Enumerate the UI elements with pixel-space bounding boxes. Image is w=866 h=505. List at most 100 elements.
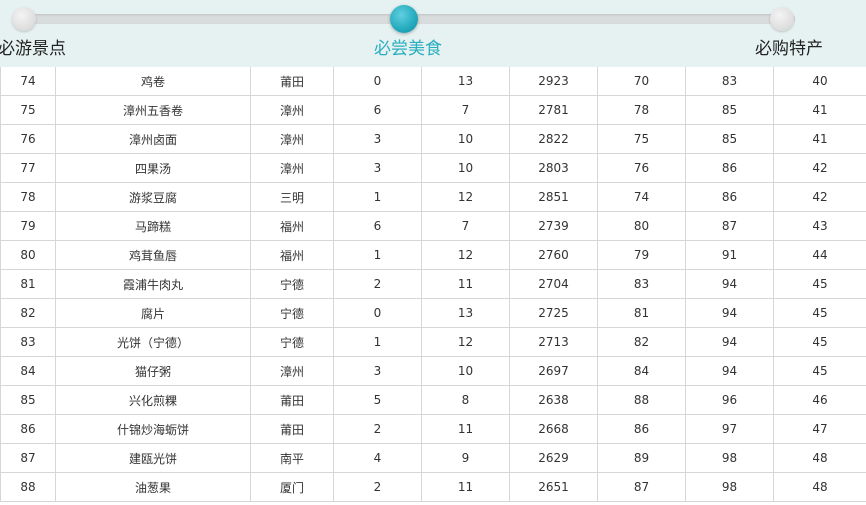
table-body: 74 鸡卷 莆田 0 13 2923 70 83 40 75 漳州五香卷 漳州 6 7 2781 78 85 41… <box>0 67 866 502</box>
col4-cell: 1 <box>333 182 422 212</box>
col8-cell: 98 <box>685 472 774 502</box>
col5-cell: 7 <box>421 95 510 125</box>
slider-knob-food[interactable] <box>390 5 418 33</box>
col5-cell: 11 <box>421 414 510 444</box>
food-table-container[interactable]: 74 鸡卷 莆田 0 13 2923 70 83 40 75 漳州五香卷 漳州 6 7 2781 78 85 41… <box>0 67 866 505</box>
col9-cell: 42 <box>773 153 866 183</box>
col4-cell: 3 <box>333 356 422 386</box>
city-cell: 莆田 <box>250 385 334 415</box>
col6-cell: 2923 <box>509 67 598 96</box>
rank-cell: 80 <box>0 240 56 270</box>
col6-cell: 2704 <box>509 269 598 299</box>
col8-cell: 94 <box>685 327 774 357</box>
col7-cell: 81 <box>597 298 686 328</box>
dish-name-cell: 四果汤 <box>55 153 251 183</box>
col8-cell: 87 <box>685 211 774 241</box>
rank-cell: 74 <box>0 67 56 96</box>
col6-cell: 2629 <box>509 443 598 473</box>
col9-cell: 48 <box>773 443 866 473</box>
col4-cell: 3 <box>333 153 422 183</box>
col8-cell: 94 <box>685 298 774 328</box>
table-row: 82 腐片 宁德 0 13 2725 81 94 45 <box>0 298 866 328</box>
rank-cell: 79 <box>0 211 56 241</box>
dish-name-cell: 兴化煎粿 <box>55 385 251 415</box>
table-row: 75 漳州五香卷 漳州 6 7 2781 78 85 41 <box>0 95 866 125</box>
col6-cell: 2822 <box>509 124 598 154</box>
tab-must-try-food[interactable]: 必尝美食 <box>374 39 442 59</box>
rank-cell: 77 <box>0 153 56 183</box>
col4-cell: 2 <box>333 269 422 299</box>
dish-name-cell: 光饼（宁德） <box>55 327 251 357</box>
table-row: 86 什锦炒海蛎饼 莆田 2 11 2668 86 97 47 <box>0 414 866 444</box>
rank-cell: 81 <box>0 269 56 299</box>
col5-cell: 12 <box>421 240 510 270</box>
city-cell: 三明 <box>250 182 334 212</box>
col9-cell: 45 <box>773 327 866 357</box>
city-cell: 宁德 <box>250 327 334 357</box>
table-row: 88 油葱果 厦门 2 11 2651 87 98 48 <box>0 472 866 502</box>
col6-cell: 2713 <box>509 327 598 357</box>
col5-cell: 12 <box>421 182 510 212</box>
col4-cell: 0 <box>333 298 422 328</box>
col4-cell: 2 <box>333 414 422 444</box>
col9-cell: 48 <box>773 472 866 502</box>
col9-cell: 46 <box>773 385 866 415</box>
col8-cell: 98 <box>685 443 774 473</box>
table-row: 81 霞浦牛肉丸 宁德 2 11 2704 83 94 45 <box>0 269 866 299</box>
table-row: 74 鸡卷 莆田 0 13 2923 70 83 40 <box>0 67 866 96</box>
dish-name-cell: 游浆豆腐 <box>55 182 251 212</box>
col7-cell: 82 <box>597 327 686 357</box>
col6-cell: 2697 <box>509 356 598 386</box>
rank-cell: 88 <box>0 472 56 502</box>
col5-cell: 11 <box>421 472 510 502</box>
col7-cell: 78 <box>597 95 686 125</box>
col8-cell: 86 <box>685 153 774 183</box>
rank-cell: 86 <box>0 414 56 444</box>
tab-slider-header: 必游景点 必尝美食 必购特产 <box>0 0 866 67</box>
col6-cell: 2760 <box>509 240 598 270</box>
col7-cell: 86 <box>597 414 686 444</box>
col7-cell: 89 <box>597 443 686 473</box>
col8-cell: 91 <box>685 240 774 270</box>
table-row: 80 鸡茸鱼唇 福州 1 12 2760 79 91 44 <box>0 240 866 270</box>
tab-scenic-spots[interactable]: 必游景点 <box>0 39 66 59</box>
city-cell: 漳州 <box>250 124 334 154</box>
col7-cell: 74 <box>597 182 686 212</box>
dish-name-cell: 建瓯光饼 <box>55 443 251 473</box>
rank-cell: 85 <box>0 385 56 415</box>
col6-cell: 2638 <box>509 385 598 415</box>
col8-cell: 86 <box>685 182 774 212</box>
dish-name-cell: 鸡茸鱼唇 <box>55 240 251 270</box>
col4-cell: 3 <box>333 124 422 154</box>
col6-cell: 2739 <box>509 211 598 241</box>
col5-cell: 12 <box>421 327 510 357</box>
col4-cell: 2 <box>333 472 422 502</box>
city-cell: 漳州 <box>250 356 334 386</box>
table-row: 79 马蹄糕 福州 6 7 2739 80 87 43 <box>0 211 866 241</box>
col9-cell: 47 <box>773 414 866 444</box>
rank-cell: 78 <box>0 182 56 212</box>
table-row: 83 光饼（宁德） 宁德 1 12 2713 82 94 45 <box>0 327 866 357</box>
col8-cell: 83 <box>685 67 774 96</box>
table-row: 84 猫仔粥 漳州 3 10 2697 84 94 45 <box>0 356 866 386</box>
rank-cell: 83 <box>0 327 56 357</box>
city-cell: 莆田 <box>250 414 334 444</box>
rank-cell: 76 <box>0 124 56 154</box>
col6-cell: 2725 <box>509 298 598 328</box>
col4-cell: 6 <box>333 211 422 241</box>
city-cell: 漳州 <box>250 95 334 125</box>
col8-cell: 85 <box>685 95 774 125</box>
tab-specialties[interactable]: 必购特产 <box>755 39 823 59</box>
col7-cell: 79 <box>597 240 686 270</box>
col9-cell: 44 <box>773 240 866 270</box>
table-row: 78 游浆豆腐 三明 1 12 2851 74 86 42 <box>0 182 866 212</box>
slider-knob-scenic[interactable] <box>12 7 36 31</box>
col7-cell: 80 <box>597 211 686 241</box>
rank-cell: 84 <box>0 356 56 386</box>
rank-cell: 75 <box>0 95 56 125</box>
col4-cell: 1 <box>333 240 422 270</box>
col5-cell: 11 <box>421 269 510 299</box>
city-cell: 宁德 <box>250 269 334 299</box>
slider-knob-specialty[interactable] <box>770 7 794 31</box>
col8-cell: 94 <box>685 269 774 299</box>
